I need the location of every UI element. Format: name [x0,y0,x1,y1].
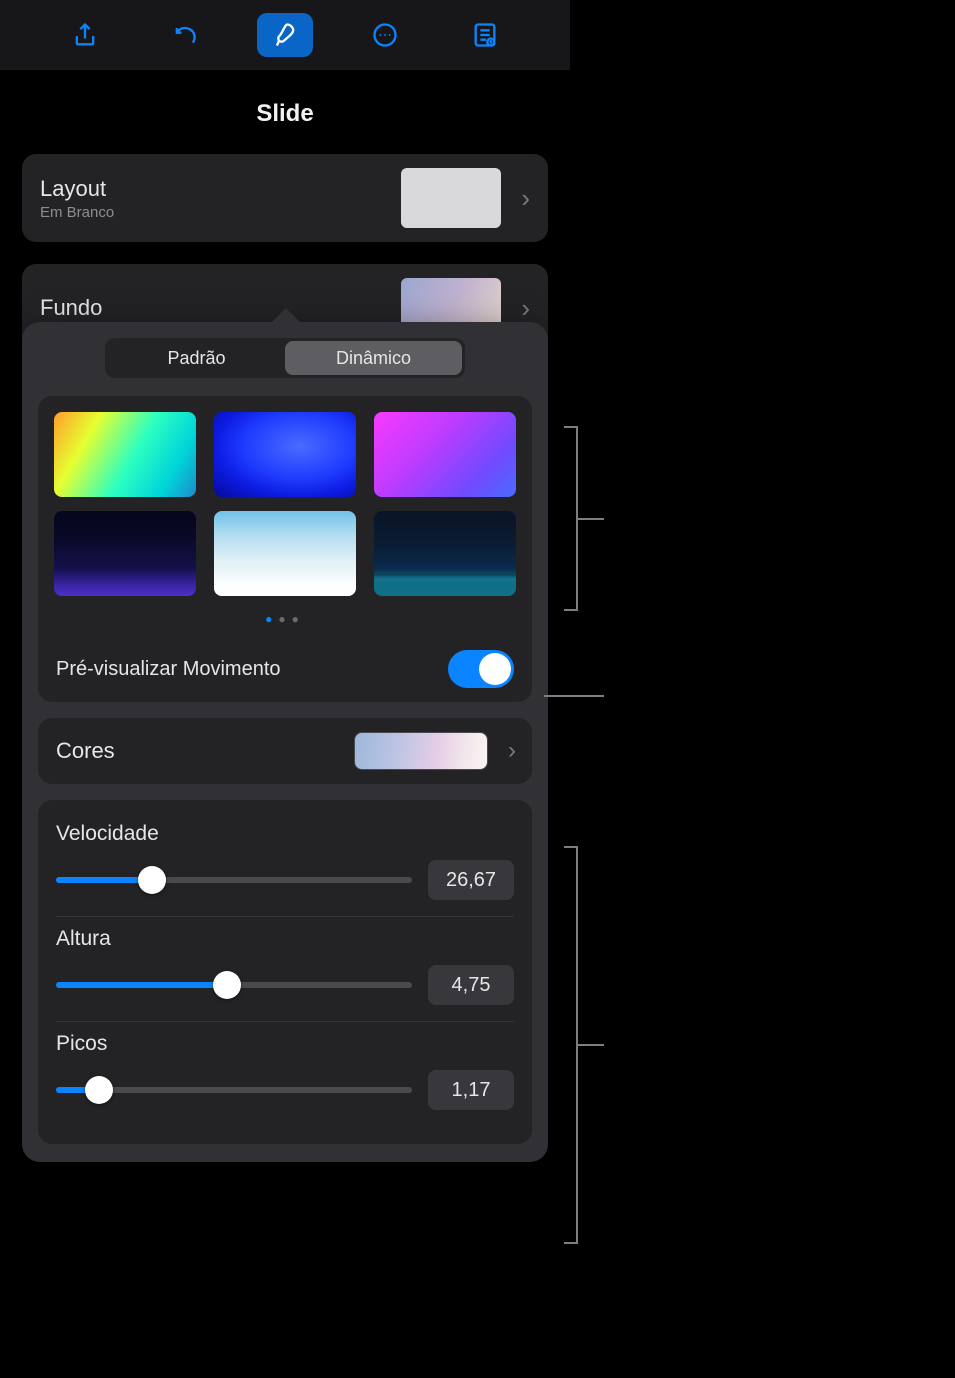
swatch-magenta[interactable] [374,412,516,497]
preview-motion-row: Pré-visualizar Movimento [54,644,516,690]
swatch-blue[interactable] [214,412,356,497]
velocidade-label: Velocidade [56,822,514,846]
colors-label: Cores [56,738,342,764]
swatch-rainbow[interactable] [54,412,196,497]
preview-motion-toggle[interactable] [448,650,514,688]
undo-icon[interactable] [157,13,213,57]
dynamic-backgrounds-panel: ●●● Pré-visualizar Movimento [38,396,532,702]
more-icon[interactable] [357,13,413,57]
chevron-right-icon: › [515,183,530,214]
layout-label: Layout [40,176,387,202]
panel-title: Slide [0,70,570,154]
callout-bracket-sliders [576,846,578,1244]
segment-standard[interactable]: Padrão [108,341,285,375]
pager-dot: ● [278,612,291,626]
swatch-teal-wave[interactable] [374,511,516,596]
layout-labels: Layout Em Branco [40,176,387,221]
colors-row[interactable]: Cores › [38,718,532,784]
chevron-right-icon: › [500,737,520,765]
motion-sliders-panel: Velocidade 26,67 Altura 4,75 [38,800,532,1144]
altura-label: Altura [56,927,514,951]
background-type-segmented[interactable]: Padrão Dinâmico [105,338,465,378]
background-label: Fundo [40,295,387,321]
picos-value[interactable]: 1,17 [428,1070,514,1110]
layout-thumbnail [401,168,501,228]
layout-row[interactable]: Layout Em Branco › [22,154,548,242]
swatch-pager[interactable]: ●●● [54,612,516,626]
altura-group: Altura 4,75 [56,916,514,1021]
colors-swatch [354,732,488,770]
swatch-light-wave[interactable] [214,511,356,596]
share-icon[interactable] [57,13,113,57]
picos-label: Picos [56,1032,514,1056]
chevron-right-icon: › [515,293,530,324]
segment-dynamic[interactable]: Dinâmico [285,341,462,375]
velocidade-value[interactable]: 26,67 [428,860,514,900]
callout-bracket-swatches [576,426,578,611]
format-panel: Slide Layout Em Branco › Fundo › Padrão … [0,0,570,1378]
picos-group: Picos 1,17 [56,1021,514,1126]
velocidade-slider[interactable] [56,877,412,883]
pager-dot: ● [292,612,305,626]
presenter-notes-icon[interactable] [457,13,513,57]
pager-dot-active: ● [265,612,278,626]
preview-motion-label: Pré-visualizar Movimento [56,658,281,681]
picos-slider[interactable] [56,1087,412,1093]
altura-value[interactable]: 4,75 [428,965,514,1005]
toolbar [0,0,570,70]
background-popover: Padrão Dinâmico ●●● Pré-visualizar Movim… [22,322,548,1162]
background-labels: Fundo [40,295,387,321]
velocidade-group: Velocidade 26,67 [56,812,514,916]
swatch-grid [54,412,516,596]
swatch-dark-wave[interactable] [54,511,196,596]
altura-slider[interactable] [56,982,412,988]
format-brush-icon[interactable] [257,13,313,57]
layout-sub: Em Branco [40,204,387,221]
